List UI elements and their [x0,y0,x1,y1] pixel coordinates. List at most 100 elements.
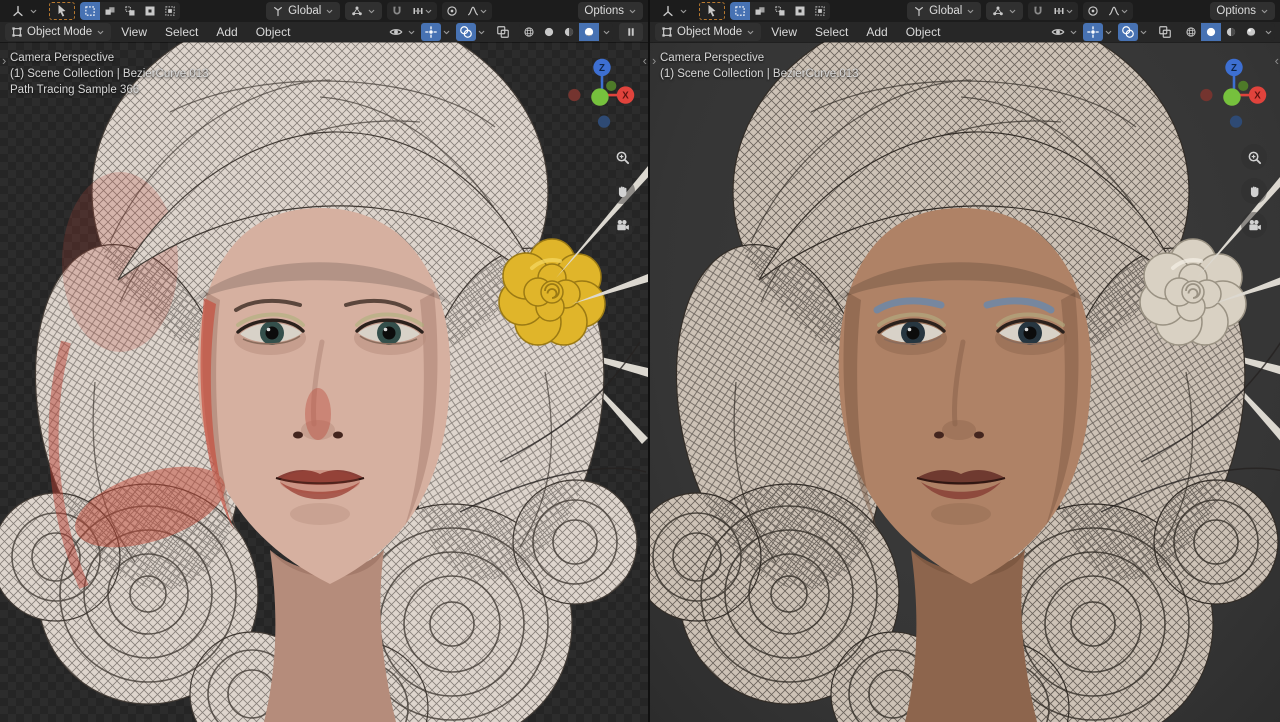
shading-material-button[interactable] [559,23,579,41]
select-mode-invert-button[interactable] [140,2,160,20]
menu-view[interactable]: View [113,22,155,42]
select-mode-intersect-button[interactable] [810,2,830,20]
active-tool-select-box-button[interactable] [699,2,725,20]
pivot-point-dropdown[interactable] [986,2,1024,20]
overlays-group [456,23,486,41]
camera-view-button[interactable] [1241,212,1267,238]
transform-orientation-dropdown[interactable]: Global [907,2,982,20]
shading-solid-button[interactable] [539,23,559,41]
shading-solid-button[interactable] [1201,23,1221,41]
overlays-group [1118,23,1148,41]
editor-type-button[interactable] [655,2,694,20]
view-controls [1241,144,1267,238]
gizmo-y-ball[interactable] [1223,88,1241,106]
viewport-canvas-right[interactable]: Camera Perspective (1) Scene Collection … [650,42,1280,722]
xray-toggle[interactable] [1155,23,1175,41]
show-gizmos-toggle[interactable] [1083,23,1103,41]
select-mode-invert-button[interactable] [790,2,810,20]
select-mode-extend-button[interactable] [100,2,120,20]
pan-button[interactable] [609,178,635,204]
gizmo-minus-z-ball[interactable] [597,115,611,128]
proportional-editing-toggle[interactable] [1083,2,1103,20]
proportional-falloff-dropdown[interactable] [462,2,492,20]
proportional-editing-toggle[interactable] [442,2,462,20]
select-mode-subtract-button[interactable] [770,2,790,20]
mode-dropdown[interactable]: Object Mode [5,23,112,41]
pause-icon [625,26,637,38]
menu-select[interactable]: Select [157,22,206,42]
proportional-edit-group [442,2,493,20]
select-mode-set-button[interactable] [730,2,750,20]
shading-options-dropdown[interactable] [599,23,613,41]
menu-add[interactable]: Add [208,22,245,42]
select-intersect-icon [814,5,826,17]
snap-toggle-button[interactable] [387,2,407,20]
menu-view[interactable]: View [763,22,805,42]
chevron-down-icon [442,28,451,37]
pivot-point-dropdown[interactable] [345,2,383,20]
navigation-gizmo[interactable]: Z X [566,50,638,136]
menu-object[interactable]: Object [248,22,299,42]
show-gizmos-toggle[interactable] [421,23,441,41]
snap-settings-dropdown[interactable] [1048,2,1078,20]
options-dropdown[interactable]: Options [578,2,644,20]
shading-material-button[interactable] [1221,23,1241,41]
solid-portrait-right [650,42,1280,722]
gizmo-minus-x-ball[interactable] [568,88,581,102]
show-overlays-toggle[interactable] [456,23,476,41]
sidebar-toggle-arrow[interactable]: ‹ [643,54,647,67]
zoom-button[interactable] [1241,144,1267,170]
zoom-button[interactable] [609,144,635,170]
transform-orientation-dropdown[interactable]: Global [266,2,341,20]
magnifier-plus-icon [615,150,630,165]
snap-settings-dropdown[interactable] [407,2,437,20]
rendered-portrait-left [0,42,648,722]
gizmo-y-ball[interactable] [591,88,609,106]
select-mode-subtract-button[interactable] [120,2,140,20]
shading-rendered-button[interactable] [579,23,599,41]
pan-button[interactable] [1241,178,1267,204]
proportional-falloff-dropdown[interactable] [1103,2,1133,20]
select-mode-set-button[interactable] [80,2,100,20]
gizmo-minus-y-ball[interactable] [1238,80,1249,91]
gizmo-minus-x-ball[interactable] [1200,88,1213,102]
navigation-gizmo[interactable]: Z X [1198,50,1270,136]
mode-dropdown[interactable]: Object Mode [655,23,762,41]
toolbar-toggle-arrow[interactable]: › [2,54,6,67]
options-dropdown[interactable]: Options [1210,2,1276,20]
object-visibility-button[interactable] [386,23,406,41]
proportional-circle-icon [1087,5,1099,17]
menu-object[interactable]: Object [898,22,949,42]
shading-wireframe-button[interactable] [1181,23,1201,41]
render-pause-button[interactable] [619,23,643,41]
active-tool-select-box-button[interactable] [49,2,75,20]
select-mode-intersect-button[interactable] [160,2,180,20]
chevron-down-icon [679,7,688,16]
shading-wireframe-button[interactable] [519,23,539,41]
gizmo-x-label: X [622,91,629,102]
viewport-canvas-left[interactable]: Camera Perspective (1) Scene Collection … [0,42,648,722]
chevron-down-icon [1104,28,1113,37]
camera-view-button[interactable] [609,212,635,238]
select-set-icon [84,5,96,17]
gizmo-minus-z-ball[interactable] [1229,115,1243,128]
gizmo-minus-y-ball[interactable] [606,80,617,91]
select-mode-extend-button[interactable] [750,2,770,20]
xray-toggle[interactable] [493,23,513,41]
editor-type-button[interactable] [5,2,44,20]
shading-rendered-button[interactable] [1241,23,1261,41]
show-overlays-toggle[interactable] [1118,23,1138,41]
object-visibility-button[interactable] [1048,23,1068,41]
menu-add[interactable]: Add [858,22,895,42]
toolbar-toggle-arrow[interactable]: › [652,54,656,67]
snap-group [1028,2,1079,20]
solid-sphere-icon [1205,26,1217,38]
shading-options-dropdown[interactable] [1261,23,1275,41]
menu-select[interactable]: Select [807,22,856,42]
mode-label: Object Mode [27,26,93,38]
options-label: Options [1216,5,1257,17]
snap-toggle-button[interactable] [1028,2,1048,20]
object-mode-icon [11,26,23,38]
chevron-down-icon [1260,7,1269,16]
sidebar-toggle-arrow[interactable]: ‹ [1275,54,1279,67]
